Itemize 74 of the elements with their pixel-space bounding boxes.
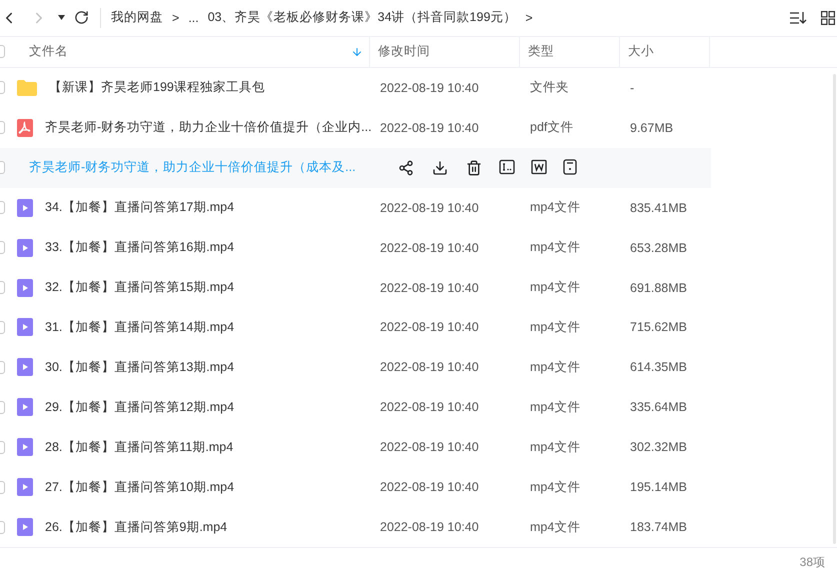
file-name[interactable]: 【新课】齐昊老师199课程独家工具包 <box>49 79 265 96</box>
document-icon[interactable] <box>530 158 547 175</box>
modified-time: 2022-08-19 10:40 <box>380 480 479 494</box>
file-name[interactable]: 29.【加餐】直播问答第12期.mp4 <box>45 398 234 416</box>
modified-time: 2022-08-19 10:40 <box>380 80 479 95</box>
video-icon <box>17 478 33 496</box>
column-header[interactable]: 修改时间 <box>378 43 430 60</box>
modified-time: 2022-08-19 10:40 <box>380 280 479 295</box>
video-icon <box>17 318 33 336</box>
modified-time: 2022-08-19 10:40 <box>380 360 479 374</box>
file-size: 835.41MB <box>630 200 687 215</box>
file-name[interactable]: 31.【加餐】直播问答第14期.mp4 <box>45 318 234 336</box>
video-icon <box>17 198 33 217</box>
tablet-icon[interactable] <box>562 158 577 175</box>
rename-icon[interactable] <box>498 158 515 175</box>
file-type: mp4文件 <box>530 199 580 216</box>
file-size: 653.28MB <box>630 240 687 255</box>
share-icon[interactable] <box>396 158 415 177</box>
file-size: 195.14MB <box>630 480 687 494</box>
video-icon <box>17 438 33 456</box>
file-size: 302.32MB <box>630 440 687 454</box>
file-name[interactable]: 34.【加餐】直播问答第17期.mp4 <box>45 199 234 216</box>
file-size: 715.62MB <box>630 320 687 334</box>
video-icon <box>17 358 33 376</box>
column-header[interactable]: 文件名 <box>29 43 68 60</box>
file-size: 614.35MB <box>630 360 687 374</box>
pdf-icon <box>17 118 33 137</box>
file-size: 183.74MB <box>630 520 687 534</box>
file-type: mp4文件 <box>530 239 580 256</box>
file-type: mp4文件 <box>530 279 580 296</box>
column-header[interactable]: 大小 <box>628 43 654 60</box>
breadcrumb-item[interactable]: > <box>172 10 180 25</box>
modified-time: 2022-08-19 10:40 <box>380 400 479 414</box>
file-size: 9.67MB <box>630 120 674 135</box>
file-name[interactable]: 33.【加餐】直播问答第16期.mp4 <box>45 239 234 256</box>
breadcrumb-item[interactable]: ... <box>188 10 199 25</box>
item-count: 38项 <box>800 554 825 571</box>
grid-view-icon[interactable] <box>821 10 835 25</box>
breadcrumb-item[interactable]: 03、齐昊《老板必修财务课》34讲（抖音同款199元） <box>208 9 516 26</box>
modified-time: 2022-08-19 10:40 <box>380 120 479 135</box>
modified-time: 2022-08-19 10:40 <box>380 200 479 215</box>
file-name[interactable]: 27.【加餐】直播问答第10期.mp4 <box>45 478 234 496</box>
file-name[interactable]: 齐昊老师-财务功守道，助力企业十倍价值提升（企业内... <box>45 119 372 136</box>
breadcrumb-item[interactable]: 我的网盘 <box>111 9 163 26</box>
file-name[interactable]: 30.【加餐】直播问答第13期.mp4 <box>45 358 234 376</box>
download-icon[interactable] <box>430 158 449 177</box>
file-type: mp4文件 <box>530 438 580 456</box>
breadcrumb-item[interactable]: > <box>525 10 533 25</box>
video-icon <box>17 238 33 257</box>
delete-icon[interactable] <box>464 158 483 177</box>
file-type: pdf文件 <box>530 119 574 136</box>
video-icon <box>17 278 33 297</box>
modified-time: 2022-08-19 10:40 <box>380 440 479 454</box>
modified-time: 2022-08-19 10:40 <box>380 240 479 255</box>
file-type: mp4文件 <box>530 518 580 536</box>
file-type: mp4文件 <box>530 478 580 496</box>
file-type: mp4文件 <box>530 398 580 416</box>
modified-time: 2022-08-19 10:40 <box>380 520 479 534</box>
file-size: 335.64MB <box>630 400 687 414</box>
file-name[interactable]: 28.【加餐】直播问答第11期.mp4 <box>45 438 234 456</box>
file-size: 691.88MB <box>630 280 687 295</box>
file-type: mp4文件 <box>530 358 580 376</box>
column-header[interactable]: 类型 <box>528 43 554 60</box>
file-name[interactable]: 26.【加餐】直播问答第9期.mp4 <box>45 518 228 536</box>
modified-time: 2022-08-19 10:40 <box>380 320 479 334</box>
video-icon <box>17 398 33 416</box>
file-size: - <box>630 80 634 95</box>
video-icon <box>17 518 33 536</box>
file-type: 文件夹 <box>530 79 569 96</box>
file-name[interactable]: 32.【加餐】直播问答第15期.mp4 <box>45 279 234 296</box>
sort-icon[interactable] <box>789 10 807 25</box>
file-type: mp4文件 <box>530 318 580 336</box>
folder-icon <box>17 80 37 96</box>
caret-icon[interactable] <box>58 15 65 20</box>
